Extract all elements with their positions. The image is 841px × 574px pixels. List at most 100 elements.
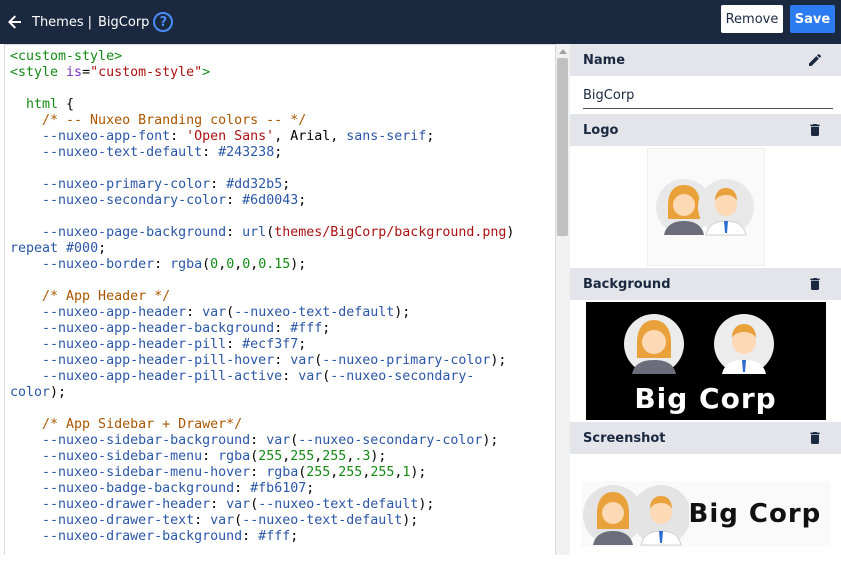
background-section-body: Big Corp [570,300,841,422]
app-header: Themes | BigCorp ? Remove Save [0,0,841,44]
code-token: --nuxeo-app-header-pill-hover [10,353,275,368]
code-token: <style [10,65,67,80]
code-token: var [226,497,251,512]
logo-image[interactable] [646,148,765,266]
code-token: rgba [266,465,299,480]
code-line[interactable] [10,81,555,97]
code-line[interactable]: --nuxeo-drawer-header: var(--nuxeo-text-… [10,497,555,513]
code-token: ; [298,337,307,352]
code-token: , [218,257,227,272]
code-line[interactable]: /* App Header */ [10,289,555,305]
theme-name-field[interactable] [583,86,833,109]
editor-scrollbar[interactable] [556,44,570,555]
code-token: --nuxeo-text-default [234,305,395,320]
code-line[interactable]: --nuxeo-sidebar-menu: rgba(255,255,255,.… [10,449,555,465]
code-line[interactable] [10,209,555,225]
code-line[interactable]: --nuxeo-app-header-pill: #ecf3f7; [10,337,555,353]
code-token: ); [50,385,67,400]
background-image[interactable]: Big Corp [585,302,826,420]
code-token: : [154,257,171,272]
code-token: --nuxeo-text-default [258,497,419,512]
code-line[interactable]: --nuxeo-text-default: #243238; [10,145,555,161]
logo-section-body [570,146,841,268]
code-line[interactable]: --nuxeo-app-font: 'Open Sans', Arial, sa… [10,129,555,145]
code-line[interactable]: --nuxeo-sidebar-menu-hover: rgba(255,255… [10,465,555,481]
code-line[interactable]: --nuxeo-border: rgba(0,0,0,0.15); [10,257,555,273]
code-line[interactable]: --nuxeo-badge-background: #fb6107; [10,481,555,497]
code-token: : [202,449,219,464]
code-line[interactable]: --nuxeo-app-header: var(--nuxeo-text-def… [10,305,555,321]
code-token: ); [482,433,499,448]
code-line[interactable]: color); [10,385,555,401]
screenshot-image[interactable]: Big Corp [580,481,831,547]
save-button[interactable]: Save [790,5,835,33]
name-section-body [570,76,841,114]
name-section-title: Name [583,52,626,68]
code-token: #6d0043 [242,193,299,208]
code-line[interactable]: --nuxeo-drawer-background: #fff; [10,529,555,545]
code-token: ); [410,465,427,480]
code-line[interactable] [10,273,555,289]
code-line[interactable]: html { [10,97,555,113]
breadcrumb: Themes | BigCorp [32,15,149,30]
code-token: : [234,481,251,496]
trash-icon[interactable] [807,276,823,292]
code-token: --nuxeo-secondary-color [298,433,483,448]
code-token: { [66,97,75,112]
code-token: : [242,529,259,544]
css-code-editor[interactable]: <custom-style> <style is="custom-style"> … [4,44,556,555]
code-line[interactable] [10,161,555,177]
scroll-up-arrow-icon[interactable] [559,49,567,54]
pencil-icon[interactable] [807,52,823,68]
code-content[interactable]: <custom-style> <style is="custom-style"> … [5,45,555,545]
code-line[interactable]: --nuxeo-page-background: url(themes/BigC… [10,225,555,241]
back-button[interactable] [1,0,29,44]
code-line[interactable]: <style is="custom-style"> [10,65,555,81]
code-token: rgba [170,257,203,272]
code-line[interactable]: /* App Sidebar + Drawer*/ [10,417,555,433]
code-token: ; [282,177,291,192]
code-line[interactable]: --nuxeo-app-header-background: #fff; [10,321,555,337]
code-token: : [210,497,227,512]
code-token: color [10,385,51,400]
code-token: #fb6107 [250,481,307,496]
breadcrumb-parent[interactable]: Themes [32,15,84,30]
logo-section-title: Logo [583,122,619,138]
code-token: #000 [66,241,99,256]
people-avatars-icon [655,179,754,236]
code-token: var [298,369,323,384]
code-line[interactable]: --nuxeo-secondary-color: #6d0043; [10,193,555,209]
code-token: ; [306,481,315,496]
trash-icon[interactable] [807,122,823,138]
code-line[interactable]: --nuxeo-primary-color: #dd32b5; [10,177,555,193]
code-token: , Arial, [274,129,347,144]
code-token: = [82,65,91,80]
code-line[interactable]: <custom-style> [10,49,555,65]
remove-button[interactable]: Remove [721,5,783,33]
code-token: : [226,225,243,240]
code-token: : [226,337,243,352]
code-line[interactable]: --nuxeo-sidebar-background: var(--nuxeo-… [10,433,555,449]
code-token: : [202,145,219,160]
code-token: --nuxeo-badge-background [10,481,235,496]
code-token: "custom-style" [90,65,203,80]
code-line[interactable]: /* -- Nuxeo Branding colors -- */ [10,113,555,129]
code-token: <custom-style> [10,49,123,64]
code-line[interactable] [10,401,555,417]
code-token: --nuxeo-app-header-pill-active [10,369,283,384]
code-token: --nuxeo-text-default [242,513,403,528]
code-token: repeat [10,241,67,256]
scroll-thumb[interactable] [557,58,568,236]
code-token: 255 [306,465,331,480]
code-line[interactable]: --nuxeo-app-header-pill-active: var(--nu… [10,369,555,385]
code-line[interactable]: --nuxeo-drawer-text: var(--nuxeo-text-de… [10,513,555,529]
code-token: ( [234,513,243,528]
code-token: #dd32b5 [226,177,283,192]
help-circle-icon[interactable]: ? [153,12,174,32]
code-line[interactable]: repeat #000; [10,241,555,257]
code-token: 0 [210,257,219,272]
people-avatars-icon [582,485,689,546]
trash-icon[interactable] [807,430,823,446]
code-line[interactable]: --nuxeo-app-header-pill-hover: var(--nux… [10,353,555,369]
code-token: --nuxeo-border [10,257,155,272]
